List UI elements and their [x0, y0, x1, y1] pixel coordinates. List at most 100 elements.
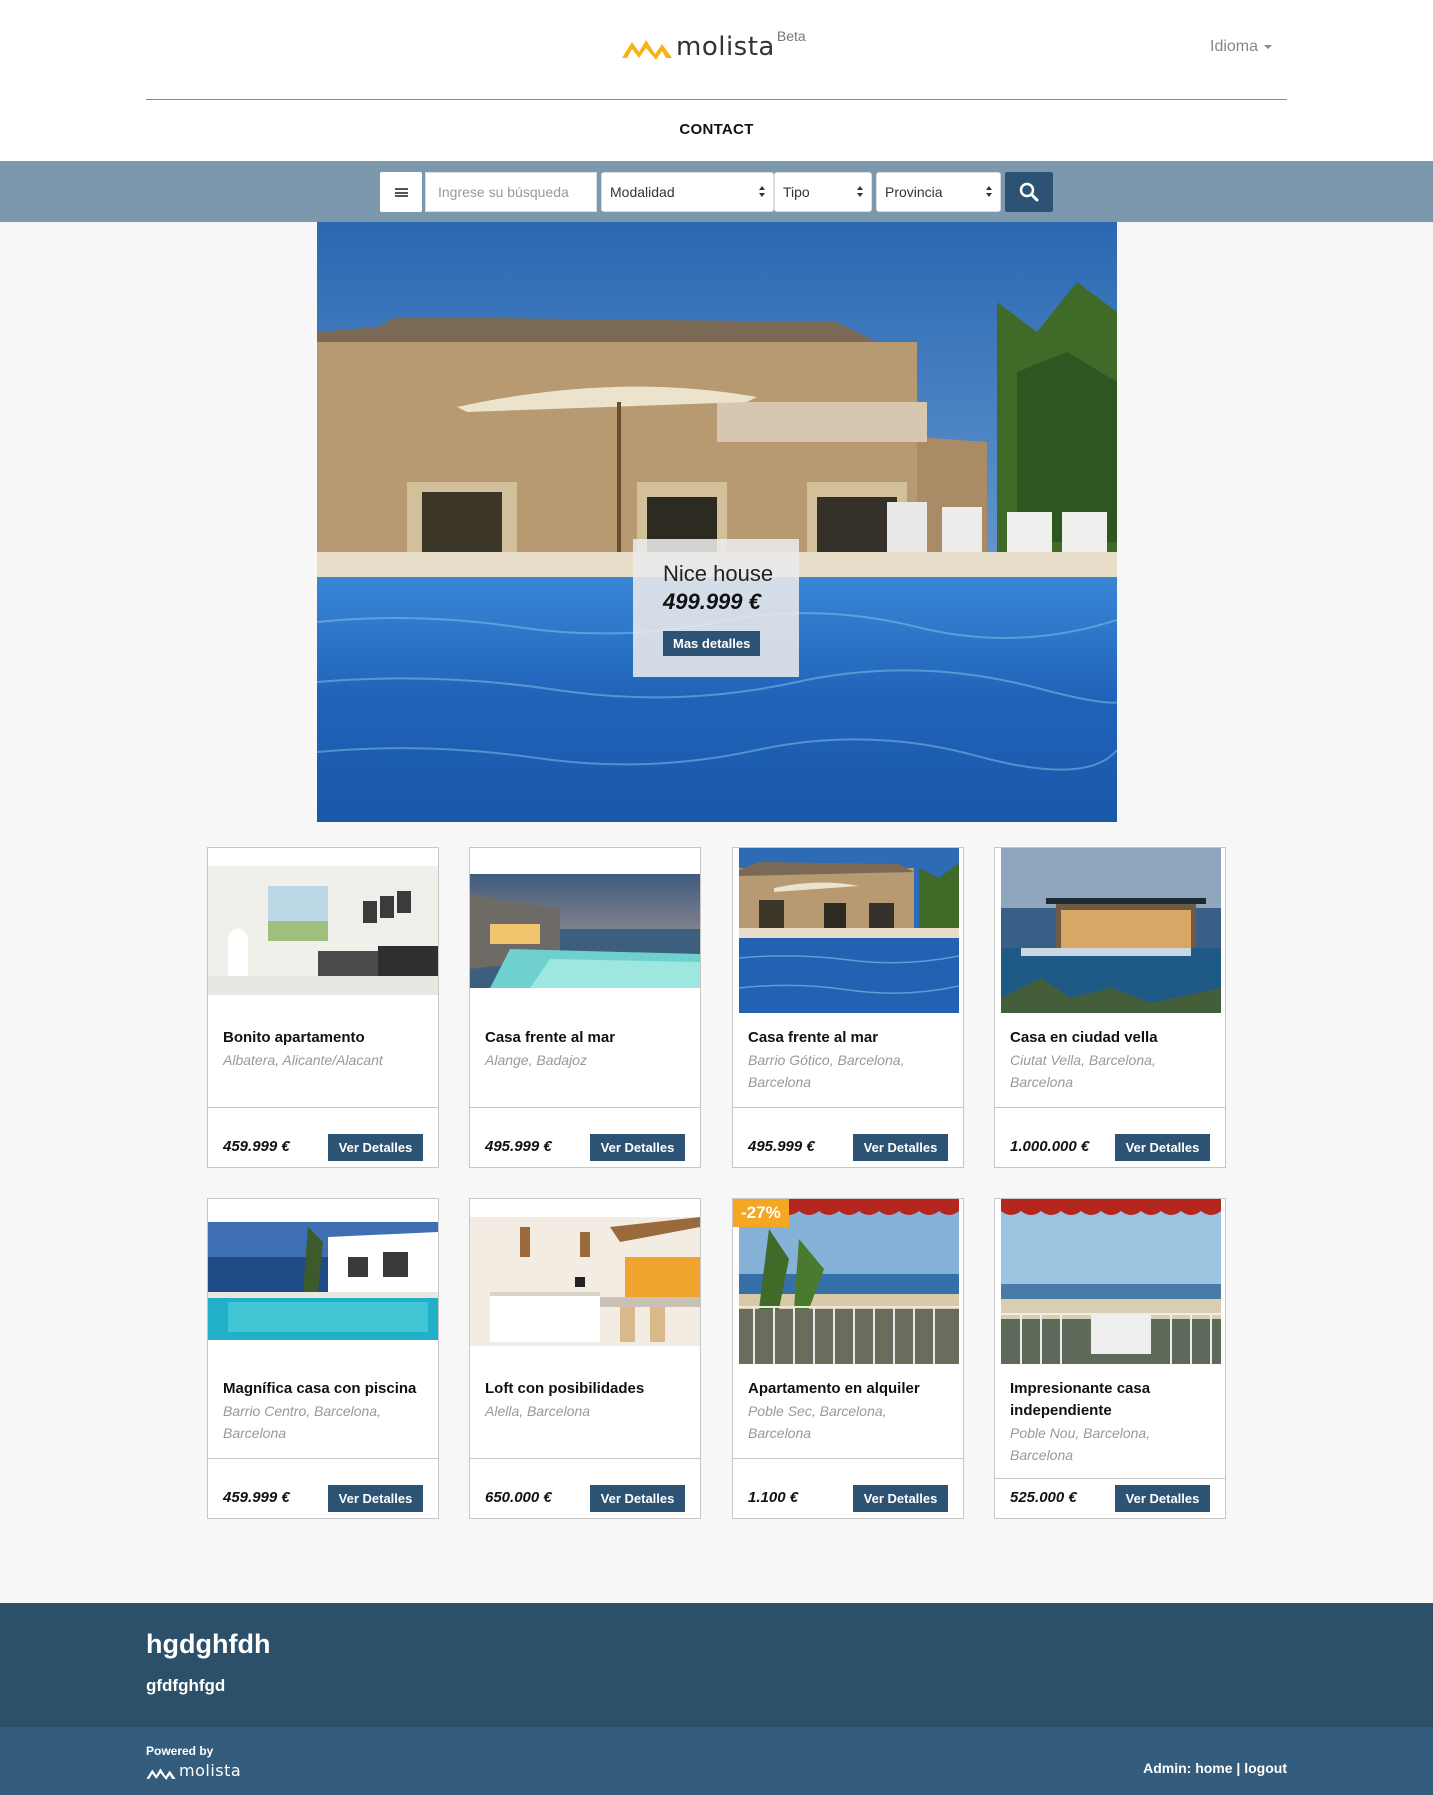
listing-card[interactable]: Casa en ciudad vella Ciutat Vella, Barce…: [994, 847, 1226, 1168]
search-bar: Modalidad Tipo Provincia: [0, 161, 1433, 222]
listing-location: Poble Nou, Barcelona, Barcelona: [1010, 1425, 1151, 1463]
listing-location: Albatera, Alicante/Alacant: [223, 1052, 383, 1068]
listing-image[interactable]: [208, 1222, 438, 1340]
province-select[interactable]: Provincia: [876, 172, 1001, 212]
hero-details-button[interactable]: Mas detalles: [663, 631, 761, 656]
card-divider: [995, 1107, 1225, 1108]
house-logo-icon: [146, 1768, 176, 1780]
hamburger-icon: [394, 187, 408, 197]
admin-logout-link[interactable]: logout: [1244, 1760, 1287, 1776]
view-details-button[interactable]: Ver Detalles: [853, 1134, 948, 1161]
modality-value: Modalidad: [610, 184, 675, 200]
search-input[interactable]: [425, 172, 597, 212]
beta-label: Beta: [776, 28, 806, 44]
listing-location: Barrio Gótico, Barcelona, Barcelona: [748, 1052, 905, 1090]
menu-button[interactable]: [380, 172, 422, 212]
hero-price: 499.999 €: [663, 589, 761, 614]
footer-logo[interactable]: molista: [146, 1761, 241, 1780]
modality-select[interactable]: Modalidad: [601, 172, 774, 212]
footer-logo-text: molista: [179, 1761, 242, 1780]
listing-card[interactable]: Loft con posibilidades Alella, Barcelona…: [469, 1198, 701, 1519]
footer-title: hgdghfdh: [146, 1629, 271, 1659]
search-button[interactable]: [1005, 172, 1053, 212]
card-divider: [733, 1107, 963, 1108]
listing-price: 1.000.000 €: [1010, 1138, 1090, 1155]
listing-location: Ciutat Vella, Barcelona, Barcelona: [1010, 1052, 1156, 1090]
listing-card[interactable]: Casa frente al mar Alange, Badajoz 495.9…: [469, 847, 701, 1168]
view-details-button[interactable]: Ver Detalles: [590, 1134, 685, 1161]
card-divider: [733, 1458, 963, 1459]
admin-links: Admin: home | logout: [1143, 1760, 1287, 1776]
language-label: Idioma: [1210, 38, 1259, 55]
view-details-button[interactable]: Ver Detalles: [1115, 1134, 1210, 1161]
listing-price: 495.999 €: [748, 1138, 815, 1155]
listing-location: Poble Sec, Barcelona, Barcelona: [748, 1403, 887, 1441]
listing-price: 459.999 €: [223, 1138, 290, 1155]
view-details-button[interactable]: Ver Detalles: [328, 1134, 423, 1161]
listing-title[interactable]: Impresionante casa independiente: [1010, 1378, 1210, 1422]
type-value: Tipo: [783, 184, 810, 200]
card-divider: [470, 1458, 700, 1459]
hero-image: [317, 222, 1117, 822]
listing-image[interactable]: [470, 874, 700, 988]
listing-price: 459.999 €: [223, 1489, 290, 1506]
header-divider: [146, 99, 1287, 100]
listing-location: Barrio Centro, Barcelona, Barcelona: [223, 1403, 381, 1441]
discount-badge: -27%: [733, 1199, 789, 1227]
listing-location: Alange, Badajoz: [485, 1052, 587, 1068]
language-dropdown[interactable]: Idioma: [1210, 38, 1273, 56]
powered-by-label: Powered by: [146, 1744, 214, 1758]
card-divider: [208, 1107, 438, 1108]
card-divider: [995, 1478, 1225, 1479]
province-value: Provincia: [885, 184, 943, 200]
footer-info: hgdghfdh gfdfghfgd: [0, 1603, 1433, 1727]
hero-slider[interactable]: Nice house 499.999 € Mas detalles: [317, 222, 1117, 822]
nav-contact-link[interactable]: CONTACT: [0, 121, 1433, 138]
select-arrows-icon: [857, 186, 865, 198]
listing-location: Alella, Barcelona: [485, 1403, 591, 1419]
select-arrows-icon: [986, 186, 994, 198]
view-details-button[interactable]: Ver Detalles: [1115, 1485, 1210, 1512]
listing-image[interactable]: [1001, 1199, 1221, 1364]
card-divider: [208, 1458, 438, 1459]
select-arrows-icon: [759, 186, 767, 198]
card-divider: [470, 1107, 700, 1108]
view-details-button[interactable]: Ver Detalles: [590, 1485, 685, 1512]
listing-title[interactable]: Loft con posibilidades: [485, 1378, 685, 1400]
site-header: molista Beta Idioma CONTACT: [0, 0, 1433, 161]
listing-title[interactable]: Magnífica casa con piscina: [223, 1378, 423, 1400]
hero-caption: Nice house 499.999 € Mas detalles: [633, 539, 799, 677]
listing-title[interactable]: Apartamento en alquiler: [748, 1378, 948, 1400]
type-select[interactable]: Tipo: [774, 172, 872, 212]
listing-title[interactable]: Casa frente al mar: [748, 1027, 948, 1049]
listing-price: 525.000 €: [1010, 1489, 1077, 1506]
admin-separator: |: [1236, 1760, 1241, 1776]
site-logo[interactable]: molista Beta: [622, 28, 806, 62]
logo-text: molista: [676, 32, 775, 62]
hero-title: Nice house: [663, 561, 774, 586]
listing-price: 1.100 €: [748, 1489, 799, 1506]
listing-card[interactable]: Magnífica casa con piscina Barrio Centro…: [207, 1198, 439, 1519]
listing-image[interactable]: [208, 866, 438, 995]
listing-card[interactable]: Bonito apartamento Albatera, Alicante/Al…: [207, 847, 439, 1168]
footer-bar: Powered by molista Admin: home | logout: [0, 1727, 1433, 1795]
footer-subtitle: gfdfghfgd: [146, 1676, 226, 1695]
listing-title[interactable]: Casa en ciudad vella: [1010, 1027, 1210, 1049]
listing-card[interactable]: Casa frente al mar Barrio Gótico, Barcel…: [732, 847, 964, 1168]
listing-title[interactable]: Bonito apartamento: [223, 1027, 423, 1049]
listing-card[interactable]: -27% Apartamento en alquiler Poble Sec, …: [732, 1198, 964, 1519]
caret-down-icon: [1264, 44, 1273, 49]
admin-home-link[interactable]: home: [1195, 1760, 1232, 1776]
listing-title[interactable]: Casa frente al mar: [485, 1027, 685, 1049]
view-details-button[interactable]: Ver Detalles: [853, 1485, 948, 1512]
listing-price: 650.000 €: [485, 1489, 552, 1506]
house-logo-icon: [622, 40, 672, 60]
listing-price: 495.999 €: [485, 1138, 552, 1155]
listing-image[interactable]: [739, 848, 959, 1013]
listing-image[interactable]: [1001, 848, 1221, 1013]
view-details-button[interactable]: Ver Detalles: [328, 1485, 423, 1512]
listing-card[interactable]: Impresionante casa independiente Poble N…: [994, 1198, 1226, 1519]
listing-image[interactable]: [470, 1217, 700, 1346]
admin-label: Admin:: [1143, 1760, 1192, 1776]
search-icon: [1019, 182, 1039, 202]
